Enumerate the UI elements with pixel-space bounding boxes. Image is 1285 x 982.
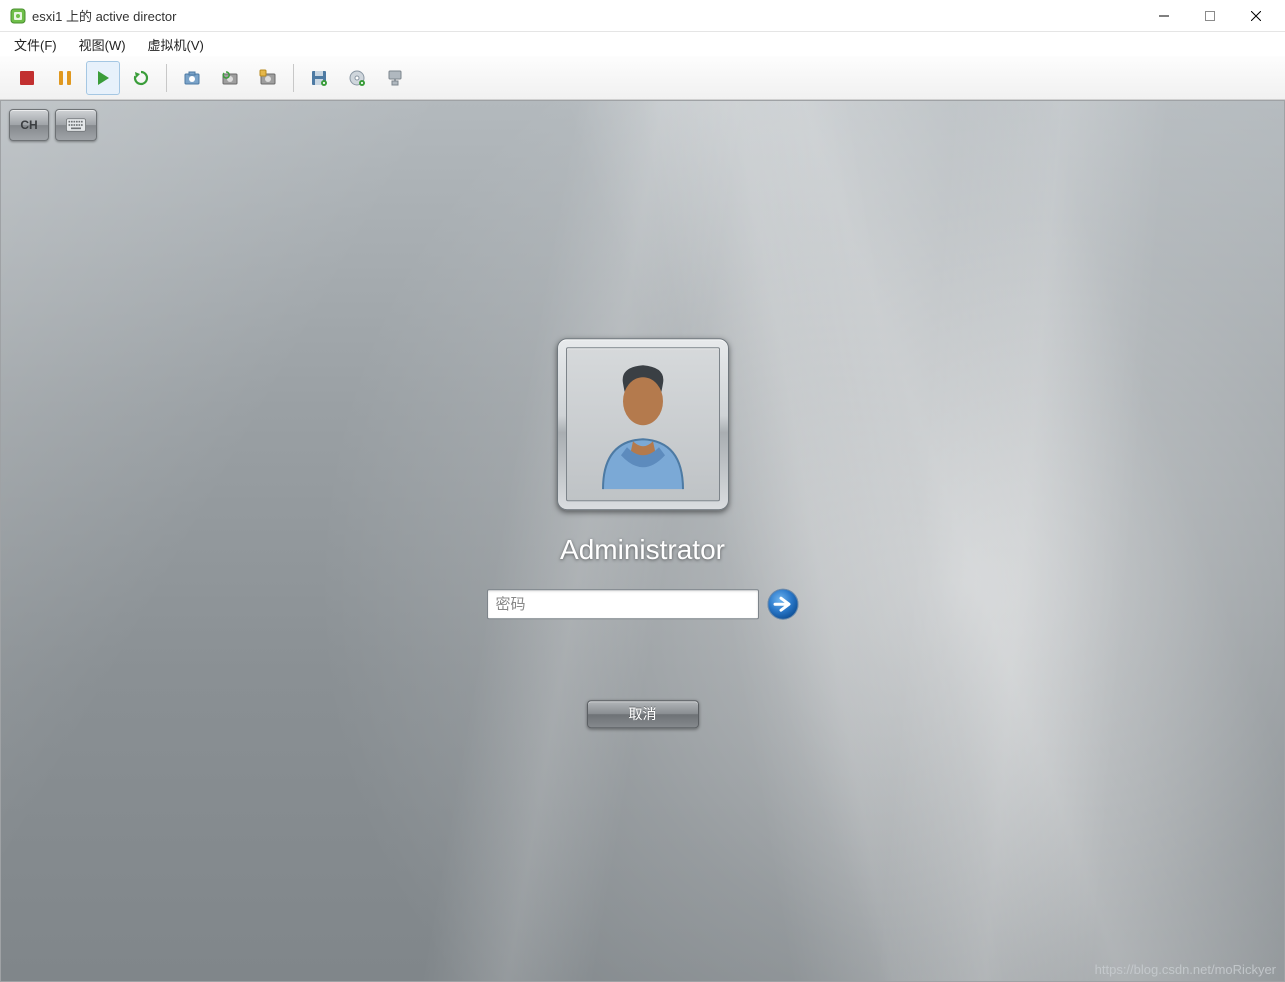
- avatar-frame: [557, 338, 729, 510]
- keyboard-icon: [66, 118, 86, 132]
- password-input[interactable]: [487, 589, 759, 619]
- minimize-button[interactable]: [1141, 1, 1187, 31]
- arrow-right-circle-icon: [767, 588, 799, 620]
- title-bar: esxi1 上的 active director: [0, 0, 1285, 32]
- user-avatar-icon: [583, 359, 703, 489]
- menu-view[interactable]: 视图(W): [75, 33, 130, 56]
- onscreen-keyboard-button[interactable]: [55, 109, 97, 141]
- network-button[interactable]: [378, 61, 412, 95]
- stop-button[interactable]: [10, 61, 44, 95]
- pause-button[interactable]: [48, 61, 82, 95]
- app-icon: [10, 8, 26, 24]
- manage-snapshots-button[interactable]: [251, 61, 285, 95]
- login-panel: Administrator: [487, 338, 799, 728]
- menu-bar: 文件(F) 视图(W) 虚拟机(V): [0, 32, 1285, 56]
- toolbar-separator: [293, 64, 294, 92]
- toolbar-separator: [166, 64, 167, 92]
- floppy-button[interactable]: [302, 61, 336, 95]
- username-label: Administrator: [560, 534, 725, 566]
- ime-language-button[interactable]: CH: [9, 109, 49, 141]
- reset-button[interactable]: [124, 61, 158, 95]
- snapshot-button[interactable]: [175, 61, 209, 95]
- cancel-button[interactable]: 取消: [587, 700, 699, 728]
- watermark-text: https://blog.csdn.net/moRickyer: [1095, 962, 1276, 977]
- cancel-label: 取消: [629, 706, 657, 722]
- window-title: esxi1 上的 active director: [32, 6, 1141, 25]
- revert-snapshot-button[interactable]: [213, 61, 247, 95]
- maximize-button[interactable]: [1187, 1, 1233, 31]
- close-button[interactable]: [1233, 1, 1279, 31]
- login-submit-button[interactable]: [767, 588, 799, 620]
- ime-label: CH: [20, 118, 37, 132]
- cd-button[interactable]: [340, 61, 374, 95]
- toolbar: [0, 56, 1285, 100]
- vm-console[interactable]: CH: [0, 100, 1285, 982]
- menu-vm[interactable]: 虚拟机(V): [144, 33, 208, 56]
- menu-file[interactable]: 文件(F): [10, 33, 61, 56]
- play-button[interactable]: [86, 61, 120, 95]
